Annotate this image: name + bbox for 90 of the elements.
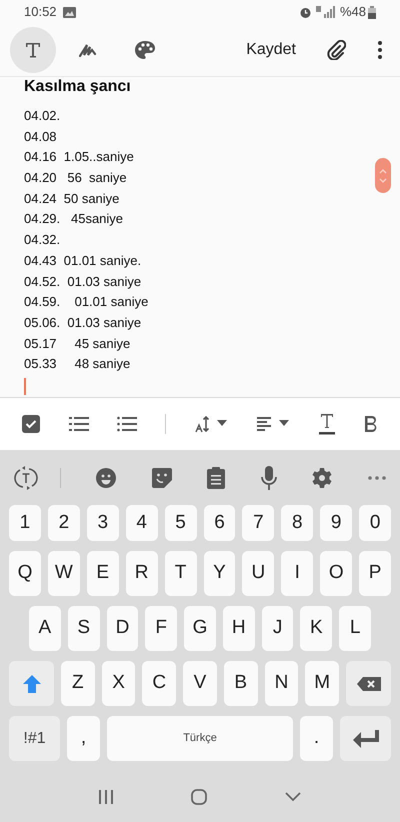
battery-icon [368, 6, 376, 18]
note-line: 04.43 01.01 saniye. [24, 252, 142, 270]
emoji-icon[interactable] [96, 468, 116, 488]
key[interactable]: 6 [204, 505, 236, 541]
note-line: 04.08 [24, 128, 57, 146]
note-line: 05.06. 01.03 saniye [24, 314, 142, 332]
key[interactable]: V [183, 661, 217, 706]
sticker-icon[interactable] [152, 468, 172, 488]
key[interactable]: A [29, 606, 61, 651]
key[interactable]: K [300, 606, 332, 651]
key[interactable]: R [126, 551, 158, 596]
key[interactable]: B [224, 661, 258, 706]
text-color-icon[interactable] [319, 413, 336, 435]
key[interactable]: S [68, 606, 100, 651]
key[interactable]: 5 [164, 505, 197, 541]
translate-icon[interactable] [14, 464, 38, 490]
key[interactable]: O [320, 551, 352, 596]
bold-icon[interactable] [364, 415, 378, 433]
font-size-icon[interactable] [194, 415, 229, 433]
numbered-list-icon[interactable] [68, 416, 89, 432]
image-icon [62, 6, 76, 18]
key[interactable]: 3 [86, 505, 119, 541]
key[interactable]: Z [61, 661, 95, 706]
key[interactable]: 9 [320, 505, 352, 541]
hide-keyboard-icon[interactable] [285, 792, 301, 802]
home-icon[interactable] [191, 788, 207, 804]
settings-icon[interactable] [312, 468, 332, 488]
microphone-icon[interactable] [260, 466, 277, 490]
symbols-key[interactable]: !#1 [9, 716, 60, 761]
key[interactable]: M [305, 661, 340, 706]
key[interactable]: G [184, 606, 216, 651]
clipboard-icon[interactable] [207, 466, 226, 488]
key[interactable]: Y [204, 551, 236, 596]
handwriting-icon [79, 43, 99, 57]
note-line: 04.59. 01.01 saniye [24, 293, 148, 312]
note-line: 05.17 45 saniye [24, 334, 130, 353]
key[interactable]: 0 [359, 505, 392, 541]
enter-icon [352, 730, 378, 748]
key[interactable]: I [281, 551, 314, 596]
key[interactable]: , [67, 716, 100, 761]
alarm-icon [298, 6, 312, 18]
enter-key[interactable] [340, 716, 391, 761]
more-icon[interactable] [376, 38, 384, 62]
fast-scroll-handle[interactable] [375, 158, 391, 193]
key[interactable]: W [48, 551, 80, 596]
key[interactable]: E [86, 551, 119, 596]
note-line: 04.29. 45saniye [24, 210, 124, 228]
status-time: 10:52 [24, 3, 57, 22]
key[interactable]: 1 [9, 505, 41, 541]
note-line: 04.02. [24, 107, 60, 125]
space-key[interactable]: Türkçe [107, 716, 293, 761]
shift-key[interactable] [9, 661, 54, 706]
recent-apps-icon[interactable] [99, 790, 113, 804]
key[interactable]: P [359, 551, 392, 596]
key[interactable]: L [339, 606, 372, 651]
backspace-icon [356, 676, 381, 690]
text-cursor [24, 378, 26, 395]
note-line: 04.52. 01.03 saniye [24, 272, 142, 291]
text-mode-icon [24, 41, 42, 59]
checkbox-icon[interactable] [22, 415, 40, 433]
note-line: 04.20 56 saniye [24, 169, 127, 188]
battery-percentage: %48 [340, 3, 366, 22]
key[interactable]: N [264, 661, 298, 706]
bullet-list-icon[interactable] [116, 416, 137, 432]
key[interactable]: J [262, 606, 294, 651]
key[interactable]: U [242, 551, 274, 596]
key[interactable]: . [300, 716, 333, 761]
align-icon[interactable] [257, 417, 292, 431]
key[interactable]: F [145, 606, 178, 651]
save-button[interactable]: Kaydet [242, 38, 300, 62]
shift-arrow-icon [22, 674, 40, 692]
key[interactable]: Q [9, 551, 41, 596]
key[interactable]: T [164, 551, 197, 596]
signal-icon [316, 6, 336, 18]
note-line: 04.24 50 saniye [24, 190, 120, 208]
key[interactable]: C [142, 661, 176, 706]
backspace-key[interactable] [346, 661, 392, 706]
key[interactable]: X [102, 661, 136, 706]
key[interactable]: 4 [126, 505, 158, 541]
key[interactable]: 8 [281, 505, 314, 541]
key[interactable]: D [106, 606, 138, 651]
palette-icon [134, 40, 156, 60]
note-line: 04.16 1.05..saniye [24, 148, 134, 166]
note-line: 05.33 48 saniye [24, 355, 130, 374]
key[interactable]: 7 [242, 505, 274, 541]
key[interactable]: H [222, 606, 255, 651]
text-mode-button[interactable] [10, 27, 56, 73]
note-title: Kasılma şancı [24, 77, 131, 97]
key[interactable]: 2 [48, 505, 80, 541]
note-line: 04.32. [24, 231, 60, 250]
